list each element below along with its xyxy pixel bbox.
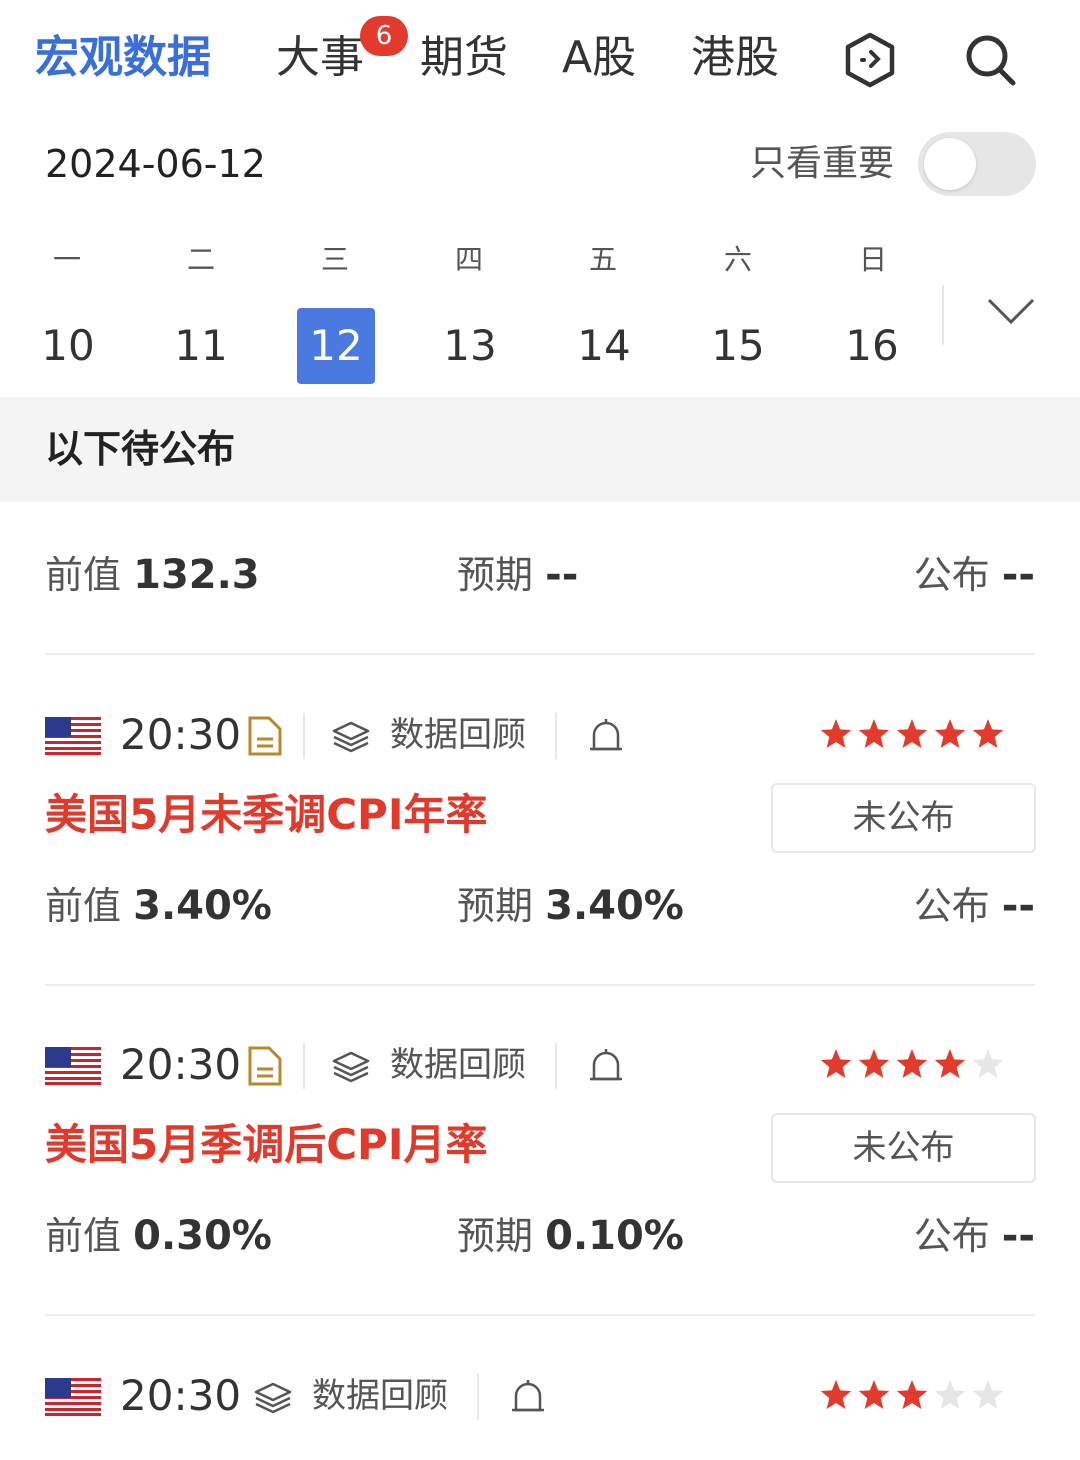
weekday-label: 日 [858, 243, 887, 276]
bell-icon[interactable] [586, 715, 626, 759]
us-flag-icon [45, 1047, 101, 1085]
weekday-label: 五 [588, 243, 617, 276]
importance-stars [820, 1380, 1004, 1409]
star-filled-icon [858, 719, 890, 748]
weekday-label: 一 [52, 243, 81, 276]
star-filled-icon [934, 719, 966, 748]
tab-macro-data[interactable]: 宏观数据 [35, 30, 211, 86]
event-meta: 20:30 数据回顾 [0, 1035, 1080, 1095]
star-filled-icon [858, 1049, 890, 1078]
event-time: 20:30 [120, 710, 242, 759]
row-separator [45, 1314, 1035, 1316]
star-filled-icon [820, 1380, 852, 1409]
tab-major-events[interactable]: 大事 [276, 30, 364, 86]
status-button[interactable]: 未公布 [771, 1113, 1036, 1183]
event-time: 20:30 [120, 1371, 242, 1420]
event-title[interactable]: 美国5月未季调CPI年率 [45, 787, 487, 843]
bell-icon[interactable] [508, 1376, 548, 1420]
data-review-link[interactable]: 数据回顾 [390, 705, 526, 765]
week-divider [942, 285, 944, 345]
document-icon[interactable] [247, 1045, 283, 1087]
importance-stars [820, 1049, 1004, 1078]
day-14[interactable]: 14 [565, 308, 643, 384]
day-12-selected[interactable]: 12 [297, 308, 375, 384]
weekday-label: 三 [320, 243, 349, 276]
event-values: 前值 0.30% 预期 0.10% 公布 -- [0, 1206, 1080, 1266]
star-filled-icon [858, 1380, 890, 1409]
star-empty-icon [972, 1049, 1004, 1078]
published-value: 公布 -- [913, 552, 1035, 598]
divider [477, 1374, 479, 1420]
layers-icon [254, 1382, 292, 1414]
document-icon[interactable] [247, 715, 283, 757]
prev-event-values: 前值 132.3 预期 -- 公布 -- [0, 545, 1080, 605]
weekday-label: 四 [454, 243, 483, 276]
tab-futures[interactable]: 期货 [420, 30, 508, 86]
us-flag-icon [45, 1378, 101, 1416]
day-13[interactable]: 13 [431, 308, 509, 384]
star-empty-icon [934, 1380, 966, 1409]
search-icon[interactable] [960, 30, 1020, 90]
row-separator [45, 984, 1035, 986]
star-filled-icon [896, 719, 928, 748]
published-value: 公布 -- [913, 883, 1035, 929]
top-nav: 宏观数据 大事 6 期货 A股 港股 [0, 0, 1080, 120]
layers-icon [332, 721, 370, 753]
expected-value: 预期 3.40% [457, 883, 684, 929]
star-filled-icon [896, 1380, 928, 1409]
toggle-knob [924, 138, 976, 190]
divider [555, 1043, 557, 1089]
star-filled-icon [934, 1049, 966, 1078]
chevron-down-icon[interactable] [985, 290, 1037, 330]
divider [303, 713, 305, 759]
only-important-label: 只看重要 [750, 143, 895, 184]
row-separator [45, 653, 1035, 655]
star-filled-icon [972, 719, 1004, 748]
pending-section-header: 以下待公布 [0, 397, 1080, 502]
expected-value: 预期 -- [457, 552, 579, 598]
prev-value: 前值 0.30% [45, 1213, 272, 1259]
data-review-link[interactable]: 数据回顾 [390, 1035, 526, 1095]
tab-hk-shares[interactable]: 港股 [691, 30, 779, 86]
importance-stars [820, 719, 1004, 748]
day-11[interactable]: 11 [162, 308, 240, 384]
current-date[interactable]: 2024-06-12 [45, 140, 266, 188]
prev-value: 前值 132.3 [45, 552, 260, 598]
us-flag-icon [45, 717, 101, 755]
prev-value: 前值 3.40% [45, 883, 272, 929]
only-important-toggle[interactable] [918, 132, 1036, 196]
tab-a-shares[interactable]: A股 [562, 30, 636, 86]
event-meta: 20:30 数据回顾 [0, 705, 1080, 765]
hexagon-icon[interactable] [840, 30, 900, 90]
weekday-label: 六 [723, 243, 752, 276]
divider [555, 713, 557, 759]
event-values: 前值 3.40% 预期 3.40% 公布 -- [0, 876, 1080, 936]
notification-badge: 6 [360, 16, 408, 56]
divider [303, 1043, 305, 1089]
event-title[interactable]: 美国5月季调后CPI月率 [45, 1117, 487, 1173]
data-review-link[interactable]: 数据回顾 [312, 1366, 448, 1426]
star-filled-icon [896, 1049, 928, 1078]
star-filled-icon [820, 719, 852, 748]
event-time: 20:30 [120, 1040, 242, 1089]
star-filled-icon [820, 1049, 852, 1078]
layers-icon [332, 1051, 370, 1083]
weekday-label: 二 [186, 243, 215, 276]
bell-icon[interactable] [586, 1045, 626, 1089]
section-title: 以下待公布 [45, 427, 236, 471]
published-value: 公布 -- [913, 1213, 1035, 1259]
day-10[interactable]: 10 [29, 308, 107, 384]
event-meta: 20:30 数据回顾 [0, 1366, 1080, 1426]
star-empty-icon [972, 1380, 1004, 1409]
expected-value: 预期 0.10% [457, 1213, 684, 1259]
day-15[interactable]: 15 [699, 308, 777, 384]
status-button[interactable]: 未公布 [771, 783, 1036, 853]
day-16[interactable]: 16 [833, 308, 911, 384]
